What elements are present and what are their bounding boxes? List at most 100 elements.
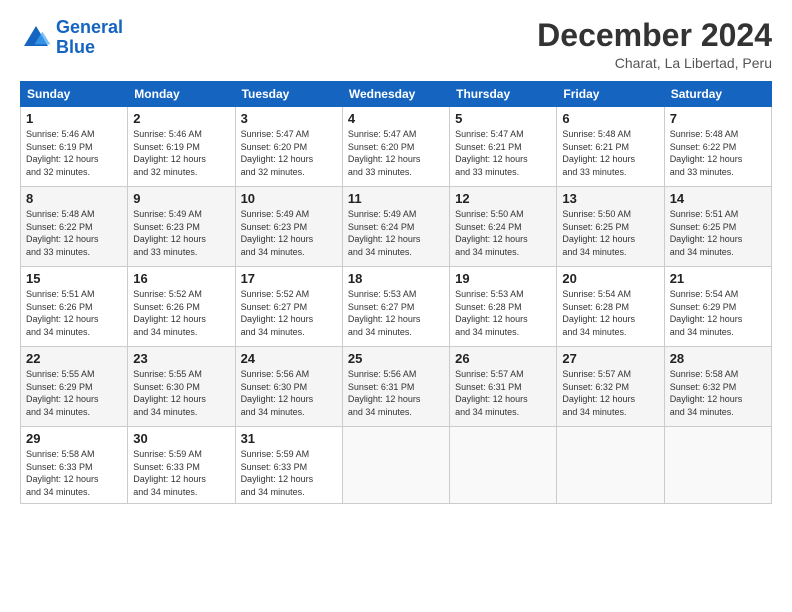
day-info: Sunrise: 5:48 AM Sunset: 6:22 PM Dayligh…	[670, 128, 766, 178]
subtitle: Charat, La Libertad, Peru	[537, 55, 772, 71]
calendar-cell: 23 Sunrise: 5:55 AM Sunset: 6:30 PM Dayli…	[128, 347, 235, 427]
logo-text: General Blue	[56, 18, 123, 58]
day-number: 28	[670, 351, 766, 366]
calendar-cell: 22 Sunrise: 5:55 AM Sunset: 6:29 PM Dayli…	[21, 347, 128, 427]
calendar-header-monday: Monday	[128, 82, 235, 107]
day-info: Sunrise: 5:49 AM Sunset: 6:24 PM Dayligh…	[348, 208, 444, 258]
calendar-cell: 30 Sunrise: 5:59 AM Sunset: 6:33 PM Dayli…	[128, 427, 235, 503]
calendar-cell: 26 Sunrise: 5:57 AM Sunset: 6:31 PM Dayli…	[450, 347, 557, 427]
page: General Blue December 2024 Charat, La Li…	[0, 0, 792, 612]
calendar-cell: 14 Sunrise: 5:51 AM Sunset: 6:25 PM Dayli…	[664, 187, 771, 267]
day-info: Sunrise: 5:49 AM Sunset: 6:23 PM Dayligh…	[241, 208, 337, 258]
calendar-cell: 3 Sunrise: 5:47 AM Sunset: 6:20 PM Daylig…	[235, 107, 342, 187]
calendar-cell: 29Sunrise: 5:58 AM Sunset: 6:33 PM Dayli…	[21, 427, 128, 503]
calendar-cell: 12Sunrise: 5:50 AM Sunset: 6:24 PM Dayli…	[450, 187, 557, 267]
calendar-cell	[664, 427, 771, 503]
calendar-cell: 5 Sunrise: 5:47 AM Sunset: 6:21 PM Daylig…	[450, 107, 557, 187]
calendar-cell: 20Sunrise: 5:54 AM Sunset: 6:28 PM Dayli…	[557, 267, 664, 347]
day-number: 3	[241, 111, 337, 126]
day-info: Sunrise: 5:51 AM Sunset: 6:25 PM Dayligh…	[670, 208, 766, 258]
day-number: 30	[133, 431, 229, 446]
day-info: Sunrise: 5:59 AM Sunset: 6:33 PM Dayligh…	[241, 448, 337, 498]
calendar-cell	[342, 427, 449, 503]
calendar-cell: 19Sunrise: 5:53 AM Sunset: 6:28 PM Dayli…	[450, 267, 557, 347]
calendar-header-tuesday: Tuesday	[235, 82, 342, 107]
calendar-header-thursday: Thursday	[450, 82, 557, 107]
day-info: Sunrise: 5:47 AM Sunset: 6:20 PM Dayligh…	[348, 128, 444, 178]
calendar-cell	[450, 427, 557, 503]
day-info: Sunrise: 5:46 AM Sunset: 6:19 PM Dayligh…	[26, 128, 122, 178]
day-info: Sunrise: 5:55 AM Sunset: 6:29 PM Dayligh…	[26, 368, 122, 418]
day-number: 8	[26, 191, 122, 206]
day-number: 31	[241, 431, 337, 446]
logo-icon	[20, 22, 52, 54]
calendar-week-2: 8 Sunrise: 5:48 AM Sunset: 6:22 PM Daylig…	[21, 187, 772, 267]
calendar-header-sunday: Sunday	[21, 82, 128, 107]
day-info: Sunrise: 5:49 AM Sunset: 6:23 PM Dayligh…	[133, 208, 229, 258]
logo-line2: Blue	[56, 37, 95, 57]
calendar-cell: 8 Sunrise: 5:48 AM Sunset: 6:22 PM Daylig…	[21, 187, 128, 267]
day-number: 27	[562, 351, 658, 366]
day-number: 25	[348, 351, 444, 366]
calendar-cell: 18Sunrise: 5:53 AM Sunset: 6:27 PM Dayli…	[342, 267, 449, 347]
calendar-table: SundayMondayTuesdayWednesdayThursdayFrid…	[20, 81, 772, 503]
calendar-header-friday: Friday	[557, 82, 664, 107]
calendar-week-3: 15 Sunrise: 5:51 AM Sunset: 6:26 PM Dayli…	[21, 267, 772, 347]
calendar-cell: 27 Sunrise: 5:57 AM Sunset: 6:32 PM Dayli…	[557, 347, 664, 427]
day-number: 5	[455, 111, 551, 126]
day-number: 12	[455, 191, 551, 206]
day-number: 1	[26, 111, 122, 126]
day-info: Sunrise: 5:47 AM Sunset: 6:20 PM Dayligh…	[241, 128, 337, 178]
day-info: Sunrise: 5:57 AM Sunset: 6:31 PM Dayligh…	[455, 368, 551, 418]
calendar-cell: 10Sunrise: 5:49 AM Sunset: 6:23 PM Dayli…	[235, 187, 342, 267]
day-info: Sunrise: 5:48 AM Sunset: 6:21 PM Dayligh…	[562, 128, 658, 178]
day-number: 26	[455, 351, 551, 366]
day-info: Sunrise: 5:47 AM Sunset: 6:21 PM Dayligh…	[455, 128, 551, 178]
day-number: 9	[133, 191, 229, 206]
day-info: Sunrise: 5:53 AM Sunset: 6:28 PM Dayligh…	[455, 288, 551, 338]
day-number: 11	[348, 191, 444, 206]
day-number: 23	[133, 351, 229, 366]
calendar-cell: 1 Sunrise: 5:46 AM Sunset: 6:19 PM Daylig…	[21, 107, 128, 187]
calendar-cell: 31 Sunrise: 5:59 AM Sunset: 6:33 PM Dayli…	[235, 427, 342, 503]
day-number: 15	[26, 271, 122, 286]
logo-line1: General	[56, 17, 123, 37]
calendar-cell: 13 Sunrise: 5:50 AM Sunset: 6:25 PM Dayli…	[557, 187, 664, 267]
day-number: 21	[670, 271, 766, 286]
calendar-cell: 16 Sunrise: 5:52 AM Sunset: 6:26 PM Dayli…	[128, 267, 235, 347]
day-number: 13	[562, 191, 658, 206]
calendar-cell: 9 Sunrise: 5:49 AM Sunset: 6:23 PM Daylig…	[128, 187, 235, 267]
calendar-header-row: SundayMondayTuesdayWednesdayThursdayFrid…	[21, 82, 772, 107]
header: General Blue December 2024 Charat, La Li…	[20, 18, 772, 71]
day-info: Sunrise: 5:51 AM Sunset: 6:26 PM Dayligh…	[26, 288, 122, 338]
calendar-header-saturday: Saturday	[664, 82, 771, 107]
day-info: Sunrise: 5:53 AM Sunset: 6:27 PM Dayligh…	[348, 288, 444, 338]
title-block: December 2024 Charat, La Libertad, Peru	[537, 18, 772, 71]
day-info: Sunrise: 5:59 AM Sunset: 6:33 PM Dayligh…	[133, 448, 229, 498]
logo: General Blue	[20, 18, 123, 58]
day-number: 14	[670, 191, 766, 206]
day-number: 4	[348, 111, 444, 126]
calendar-cell: 7 Sunrise: 5:48 AM Sunset: 6:22 PM Daylig…	[664, 107, 771, 187]
day-number: 17	[241, 271, 337, 286]
day-info: Sunrise: 5:52 AM Sunset: 6:26 PM Dayligh…	[133, 288, 229, 338]
day-info: Sunrise: 5:55 AM Sunset: 6:30 PM Dayligh…	[133, 368, 229, 418]
day-number: 6	[562, 111, 658, 126]
day-number: 2	[133, 111, 229, 126]
calendar-cell: 28 Sunrise: 5:58 AM Sunset: 6:32 PM Dayli…	[664, 347, 771, 427]
calendar-cell: 21Sunrise: 5:54 AM Sunset: 6:29 PM Dayli…	[664, 267, 771, 347]
calendar-header-wednesday: Wednesday	[342, 82, 449, 107]
calendar-cell: 15 Sunrise: 5:51 AM Sunset: 6:26 PM Dayli…	[21, 267, 128, 347]
day-info: Sunrise: 5:48 AM Sunset: 6:22 PM Dayligh…	[26, 208, 122, 258]
calendar-cell: 24Sunrise: 5:56 AM Sunset: 6:30 PM Dayli…	[235, 347, 342, 427]
day-info: Sunrise: 5:58 AM Sunset: 6:32 PM Dayligh…	[670, 368, 766, 418]
calendar-cell: 2Sunrise: 5:46 AM Sunset: 6:19 PM Daylig…	[128, 107, 235, 187]
calendar-cell: 4 Sunrise: 5:47 AM Sunset: 6:20 PM Daylig…	[342, 107, 449, 187]
day-number: 22	[26, 351, 122, 366]
day-info: Sunrise: 5:56 AM Sunset: 6:30 PM Dayligh…	[241, 368, 337, 418]
day-info: Sunrise: 5:50 AM Sunset: 6:25 PM Dayligh…	[562, 208, 658, 258]
calendar-cell: 11 Sunrise: 5:49 AM Sunset: 6:24 PM Dayli…	[342, 187, 449, 267]
day-info: Sunrise: 5:57 AM Sunset: 6:32 PM Dayligh…	[562, 368, 658, 418]
day-number: 7	[670, 111, 766, 126]
day-number: 16	[133, 271, 229, 286]
